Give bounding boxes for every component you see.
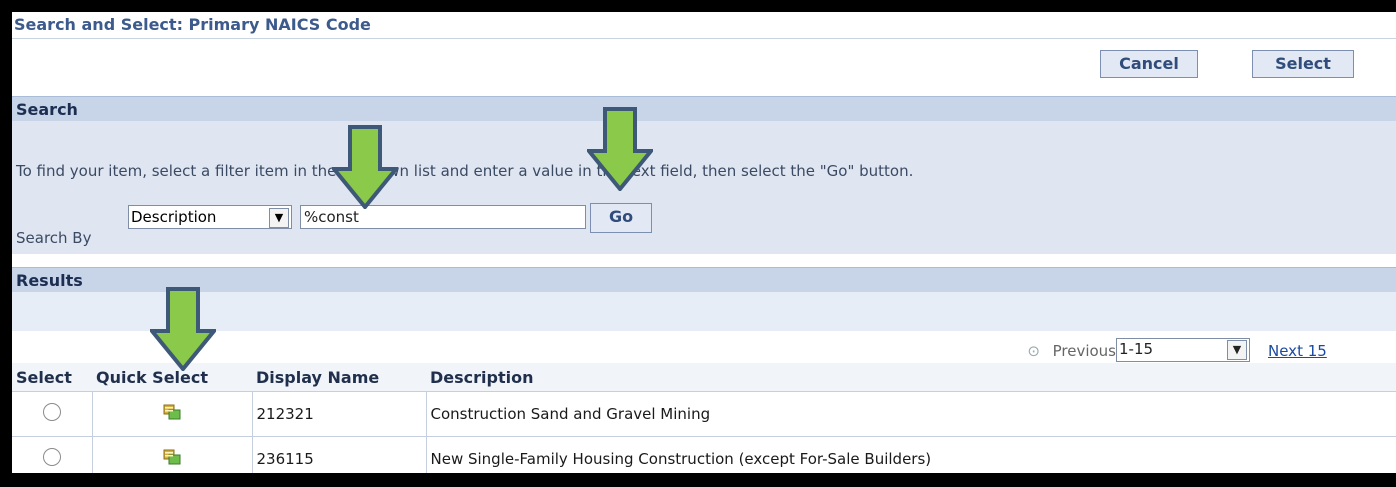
column-header-display-name: Display Name: [252, 363, 426, 392]
previous-link: Previous: [1052, 342, 1116, 360]
table-row: 236115 New Single-Family Housing Constru…: [12, 436, 1396, 473]
description-cell: Construction Sand and Gravel Mining: [426, 391, 1396, 437]
select-radio[interactable]: [42, 403, 61, 421]
table-row: 212321 Construction Sand and Gravel Mini…: [12, 391, 1396, 437]
search-dialog: Search and Select: Primary NAICS Code Ca…: [12, 12, 1396, 473]
next-link[interactable]: Next 15: [1268, 342, 1388, 360]
results-heading: Results: [12, 267, 1396, 292]
quick-select-cell: [92, 436, 253, 473]
annotation-arrow-icon: [587, 107, 653, 191]
search-heading: Search: [12, 96, 1396, 121]
search-by-label: Search By: [16, 229, 92, 247]
page-range-value: 1-15: [1119, 340, 1154, 358]
chevron-down-icon[interactable]: ▼: [269, 208, 289, 228]
select-button[interactable]: Select: [1252, 50, 1354, 78]
row-select-cell: [12, 436, 93, 473]
dialog-button-bar: Cancel Select: [12, 50, 1396, 78]
filter-select[interactable]: Description ▼: [128, 205, 292, 229]
results-table: Select Quick Select Display Name Descrip…: [12, 363, 1396, 473]
search-instructions: To find your item, select a filter item …: [16, 162, 914, 180]
column-header-select: Select: [12, 363, 92, 392]
chevron-down-icon[interactable]: ▼: [1227, 340, 1247, 360]
column-header-description: Description: [426, 363, 1396, 392]
quick-select-icon[interactable]: [163, 404, 181, 420]
annotation-arrow-icon: [150, 287, 216, 371]
display-name-cell: 212321: [252, 391, 427, 437]
page-range-select[interactable]: 1-15 ▼: [1116, 338, 1250, 362]
filter-select-value: Description: [131, 208, 217, 226]
dialog-title: Search and Select: Primary NAICS Code: [12, 12, 1396, 39]
quick-select-icon[interactable]: [163, 449, 181, 465]
previous-icon: ⊙: [1027, 342, 1040, 360]
select-radio[interactable]: [42, 448, 61, 466]
annotation-arrow-icon: [332, 125, 398, 209]
row-select-cell: [12, 391, 93, 437]
cancel-button[interactable]: Cancel: [1100, 50, 1198, 78]
quick-select-cell: [92, 391, 253, 437]
go-button[interactable]: Go: [590, 203, 652, 233]
description-cell: New Single-Family Housing Construction (…: [426, 436, 1396, 473]
display-name-cell: 236115: [252, 436, 427, 473]
